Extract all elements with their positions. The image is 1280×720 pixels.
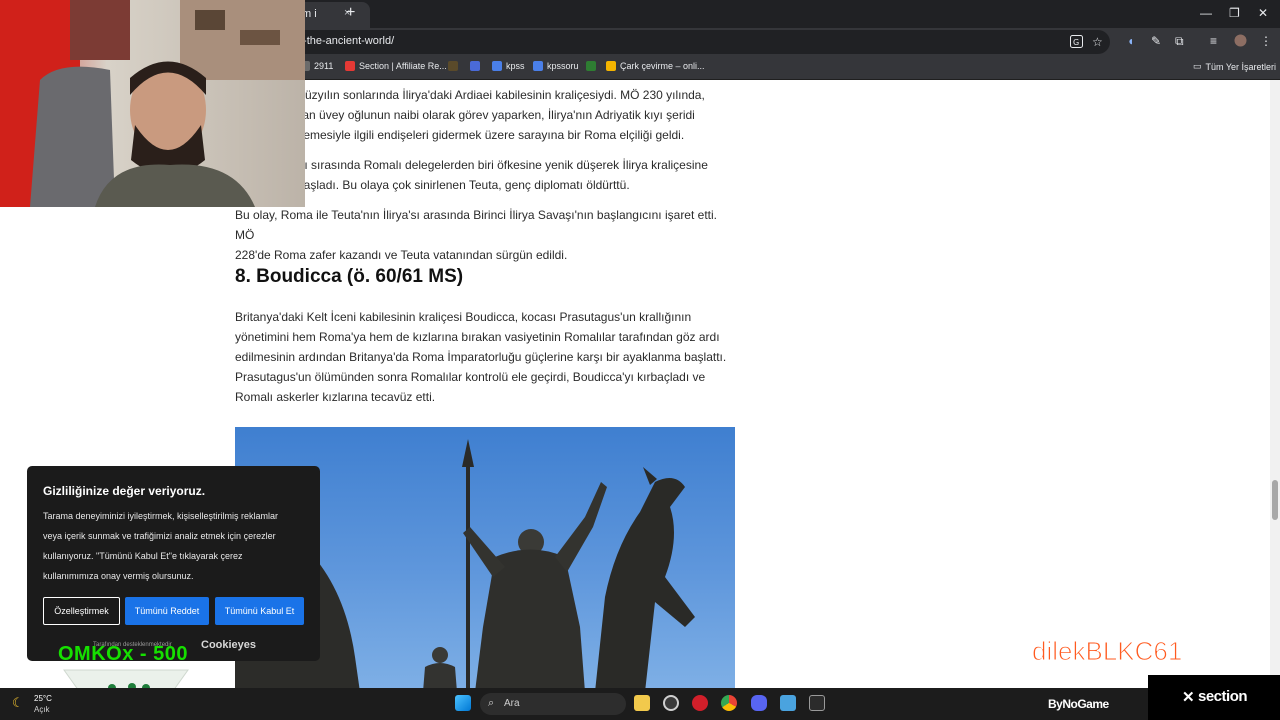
all-bookmarks-label: Tüm Yer İşaretleri	[1205, 61, 1277, 72]
page-scrollbar[interactable]	[1270, 80, 1280, 688]
minimize-button[interactable]: —	[1200, 6, 1212, 20]
profile-avatar[interactable]	[1234, 34, 1247, 50]
search-placeholder: Ara	[504, 698, 520, 709]
bookmark-item[interactable]: kpssoru	[533, 61, 579, 71]
windows-start-icon[interactable]	[455, 695, 471, 711]
paragraph-line: başladı. Bu olaya çok sinirlenen Teuta, …	[297, 178, 630, 192]
customize-button[interactable]: Özelleştirmek	[43, 597, 120, 625]
app-icon[interactable]	[663, 695, 679, 711]
terminal-icon[interactable]	[809, 695, 825, 711]
article-paragraph-2: tı sırasında Romalı delegelerden biri öf…	[297, 155, 751, 195]
bookmark-item[interactable]: Çark çevirme – onli...	[606, 61, 705, 71]
all-bookmarks-button[interactable]: ▭ Tüm Yer İşaretleri	[1193, 61, 1276, 72]
bookmark-star-icon[interactable]: ☆	[1092, 35, 1103, 49]
address-bar[interactable]: /-the-ancient-world/ G ☆	[290, 30, 1110, 54]
folder-icon: ▭	[1193, 61, 1202, 71]
taskbar: ☾ 25°C Açık ⌕ Ara ByNoGame	[0, 688, 1148, 720]
bookmark-item[interactable]	[470, 61, 480, 71]
paragraph-line: edilmesinin ardından Britanya'da Roma İm…	[235, 350, 727, 364]
svg-text:G: G	[1073, 38, 1079, 47]
reading-list-icon[interactable]: ≡	[1210, 34, 1217, 48]
donation-goal-label: OMKOx - 500	[58, 643, 188, 665]
tab-title: m i	[302, 8, 317, 20]
paragraph-line: tı sırasında Romalı delegelerden biri öf…	[301, 158, 708, 172]
maximize-button[interactable]: ❐	[1229, 6, 1240, 20]
article-paragraph-3: Bu olay, Roma ile Teuta'nın İlirya'sı ar…	[235, 205, 735, 265]
cookie-description: Tarama deneyiminizi iyileştirmek, kişise…	[43, 511, 279, 581]
paragraph-line: 228'de Roma zafer kazandı ve Teuta vatan…	[235, 248, 568, 262]
bookmark-favicon-icon	[606, 61, 616, 71]
paragraph-line: Bu olay, Roma ile Teuta'nın İlirya'sı ar…	[235, 208, 717, 242]
bookmark-label: kpss	[506, 61, 525, 71]
bynogame-logo: ByNoGame	[1048, 697, 1109, 711]
webcam-overlay	[0, 0, 305, 207]
pen-icon[interactable]: ✎	[1151, 34, 1161, 48]
weather-condition: Açık	[34, 705, 50, 714]
moon-weather-icon: ☾	[12, 695, 24, 710]
section-logo-icon: ✕	[1182, 689, 1195, 706]
bookmark-label: kpssoru	[547, 61, 579, 71]
new-tab-button[interactable]: +	[346, 4, 355, 22]
bookmark-item[interactable]: 2911	[300, 61, 333, 71]
bookmark-label: 2911	[314, 61, 334, 71]
bookmark-label: Section | Affiliate Re...	[359, 61, 447, 71]
url-text[interactable]: /-the-ancient-world/	[300, 35, 394, 47]
weather-temperature: 25°C	[34, 694, 52, 703]
reject-all-button[interactable]: Tümünü Reddet	[125, 597, 209, 625]
bookmark-favicon-icon	[533, 61, 543, 71]
bookmark-label: Çark çevirme – onli...	[620, 61, 705, 71]
taskbar-search[interactable]: ⌕ Ara	[480, 693, 626, 715]
audio-icon[interactable]: ◖	[1127, 34, 1134, 48]
bookmark-item[interactable]	[448, 61, 458, 71]
search-icon: ⌕	[488, 697, 495, 709]
chrome-icon[interactable]	[721, 695, 737, 711]
bookmark-favicon-icon	[345, 61, 355, 71]
bookmark-favicon-icon	[492, 61, 502, 71]
streamer-name: dilekBLKC61	[1031, 636, 1183, 667]
bookmark-item[interactable]: Section | Affiliate Re...	[345, 61, 447, 71]
article-paragraph-4: Britanya'daki Kelt İceni kabilesinin kra…	[235, 307, 735, 407]
paragraph-line: işlemesiyle ilgili endişeleri gidermek ü…	[292, 128, 685, 142]
paragraph-line: yönetimini hem Roma'ya hem de kızlarına …	[235, 330, 720, 344]
cookie-title: Gizliliğinize değer veriyoruz.	[43, 484, 206, 498]
bookmark-favicon-icon	[586, 61, 596, 71]
paragraph-line: Prasutagus'un ölümünden sonra Romalılar …	[235, 370, 706, 384]
file-explorer-icon[interactable]	[634, 695, 650, 711]
accept-all-button[interactable]: Tümünü Kabul Et	[215, 597, 304, 625]
paragraph-line: yüzyılın sonlarında İlirya'daki Ardiaei …	[299, 88, 705, 102]
cookieyes-logo: Cookieyes	[201, 639, 257, 651]
discord-icon[interactable]	[751, 695, 767, 711]
section-heading: 8. Boudicca (ö. 60/61 MS)	[235, 266, 464, 287]
paragraph-line: olan üvey oğlunun naibi olarak görev yap…	[293, 108, 695, 122]
menu-kebab-icon[interactable]: ⋮	[1260, 34, 1272, 48]
opera-icon[interactable]	[692, 695, 708, 711]
translate-icon[interactable]: G	[1070, 35, 1083, 51]
section-badge: ✕ section	[1148, 675, 1280, 720]
paragraph-line: Britanya'daki Kelt İceni kabilesinin kra…	[235, 310, 692, 324]
scrollbar-thumb[interactable]	[1272, 480, 1278, 520]
cookie-consent-dialog: Gizliliğinize değer veriyoruz. Tarama de…	[27, 466, 320, 661]
article-paragraph-1: yüzyılın sonlarında İlirya'daki Ardiaei …	[292, 85, 749, 145]
bookmark-favicon-icon	[470, 61, 480, 71]
gallery-icon[interactable]	[780, 695, 796, 711]
paragraph-line: Romalı askerler kızlarına tecavüz etti.	[235, 390, 436, 404]
extensions-icon[interactable]: ⧉	[1175, 34, 1184, 49]
bookmark-item[interactable]	[586, 61, 596, 71]
bookmark-favicon-icon	[448, 61, 458, 71]
bookmark-item[interactable]: kpss	[492, 61, 525, 71]
close-window-button[interactable]: ✕	[1258, 6, 1268, 20]
section-label: section	[1198, 688, 1248, 705]
